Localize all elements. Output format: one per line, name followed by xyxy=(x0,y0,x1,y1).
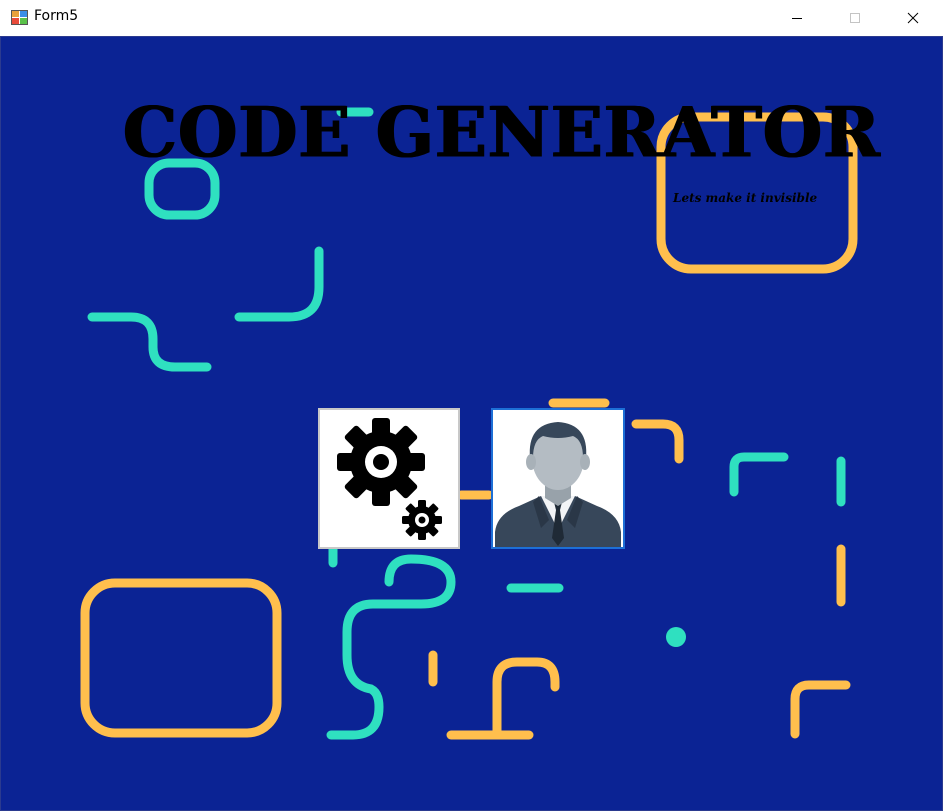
app-icon xyxy=(11,10,28,25)
close-button[interactable] xyxy=(884,0,942,36)
user-profile-icon xyxy=(495,422,621,547)
form-client-area: CODE GENERATOR Lets make it invisible xyxy=(1,37,942,810)
subtitle: Lets make it invisible xyxy=(673,191,818,205)
window-titlebar[interactable]: Form5 xyxy=(0,0,943,36)
minimize-button[interactable] xyxy=(768,0,826,36)
maximize-button[interactable] xyxy=(826,0,884,36)
user-profile-button[interactable] xyxy=(491,408,625,549)
close-icon xyxy=(907,12,919,24)
page-title: CODE GENERATOR xyxy=(123,92,881,174)
settings-button[interactable] xyxy=(318,408,460,549)
minimize-icon xyxy=(792,18,802,19)
maximize-icon xyxy=(850,13,860,23)
settings-gears-icon xyxy=(337,418,442,540)
window-title: Form5 xyxy=(34,8,79,24)
